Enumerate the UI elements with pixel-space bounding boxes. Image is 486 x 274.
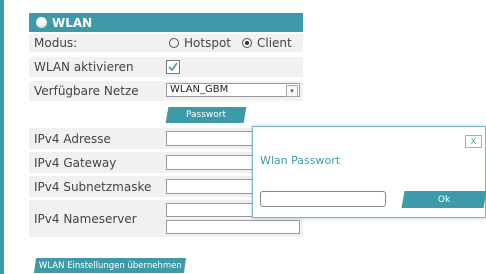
client-radio-label[interactable]: Client (257, 36, 292, 50)
dialog-title: Wlan Passwort (260, 154, 341, 167)
ok-button[interactable]: Ok (401, 191, 486, 208)
ok-button-label: Ok (437, 194, 451, 205)
row-verfuegbare-netze: Verfügbare Netze WLAN_GBM ▾ (29, 81, 303, 101)
passwort-button[interactable]: Passwort (165, 107, 247, 123)
wlan-aktivieren-checkbox[interactable] (166, 60, 180, 74)
ipv4-nameserver-input-2[interactable] (166, 220, 300, 234)
ipv4-adresse-label: IPv4 Adresse (34, 132, 111, 146)
close-button[interactable]: X (465, 135, 482, 148)
client-radio[interactable] (242, 38, 252, 48)
checkmark-icon (168, 62, 178, 72)
modus-label: Modus: (34, 36, 78, 50)
netze-label: Verfügbare Netze (34, 84, 139, 98)
wlan-password-input[interactable] (260, 191, 386, 207)
ipv4-nameserver-label: IPv4 Nameserver (34, 212, 137, 226)
left-accent-bar (0, 0, 4, 274)
close-icon: X (470, 137, 477, 146)
wlan-section-header: WLAN (29, 13, 303, 32)
modus-radio-group: Hotspot Client (169, 36, 292, 50)
chevron-down-icon[interactable]: ▾ (286, 85, 298, 97)
ipv4-gateway-label: IPv4 Gateway (34, 156, 117, 170)
wlan-passwort-dialog: X Wlan Passwort Ok (252, 126, 486, 218)
hotspot-radio[interactable] (169, 38, 179, 48)
hotspot-radio-label[interactable]: Hotspot (184, 36, 231, 50)
apply-button-label: WLAN Einstellungen übernehmen (38, 260, 182, 271)
wlan-status-icon (36, 17, 47, 28)
ipv4-subnetz-label: IPv4 Subnetzmaske (34, 180, 152, 194)
row-wlan-aktivieren: WLAN aktivieren (29, 57, 303, 77)
netze-selected-value: WLAN_GBM (170, 84, 229, 95)
wlan-section-title: WLAN (52, 15, 93, 30)
wlan-aktivieren-label: WLAN aktivieren (34, 60, 134, 74)
row-modus: Modus: Hotspot Client (29, 34, 303, 52)
passwort-button-label: Passwort (185, 110, 226, 120)
wlan-einstellungen-uebernehmen-button[interactable]: WLAN Einstellungen übernehmen (33, 258, 187, 273)
netze-select[interactable]: WLAN_GBM ▾ (166, 83, 300, 97)
